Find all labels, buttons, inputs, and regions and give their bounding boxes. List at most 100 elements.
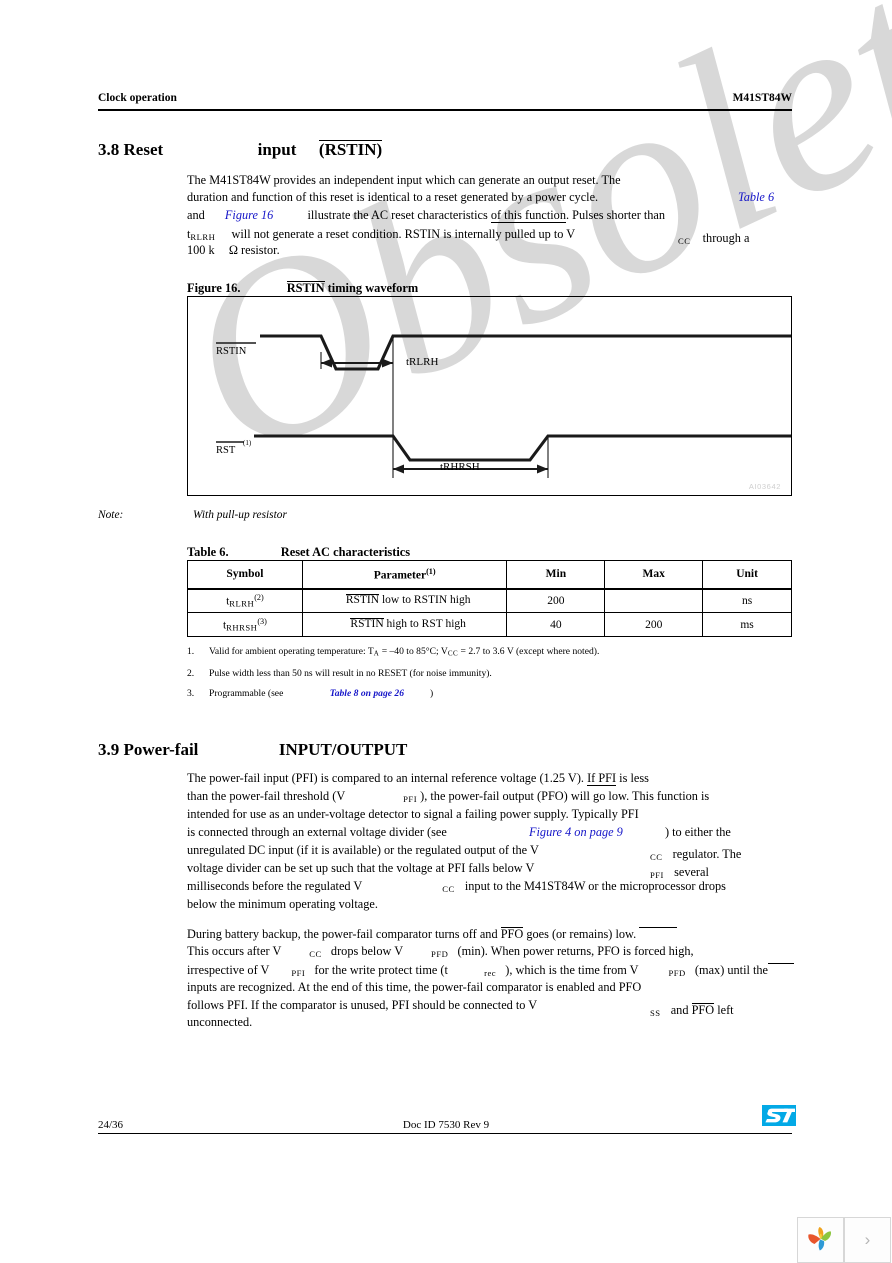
table-row: tRLRH(2) RSTIN low to RSTIN high 200 ns — [187, 588, 792, 613]
para-39-line-6-b: several — [674, 865, 709, 879]
section-3-8-title-b: input — [257, 140, 297, 159]
footer-doc-id: Doc ID 7530 Rev 9 — [402, 1119, 490, 1131]
para-38-line-5: 100 k Ω resistor. — [187, 244, 280, 256]
para-39-line-8: below the minimum operating voltage. — [187, 897, 378, 911]
table-6-footnote-2: 2. Pulse width less than 50 ns will resul… — [187, 668, 492, 679]
para-39-line-7-a: milliseconds before the regulated V — [187, 879, 363, 893]
cell-min-trlrh: 200 — [506, 588, 606, 613]
cell-max-trlrh — [604, 588, 704, 613]
figure-note-text: With pull-up resistor — [193, 509, 287, 521]
para-38-line-5-b: resistor. — [241, 243, 280, 257]
cell-symbol-trhrsh-sub: RHRSH — [226, 622, 258, 633]
para-39b-line-5-sub-ss: SS — [650, 1007, 661, 1018]
section-3-8-heading: 3.8 Reset input (RSTIN) — [98, 140, 383, 160]
datasheet-page: Obsolete P Clock operation M41ST84W 3.8 … — [0, 0, 892, 1263]
link-figure-4-page-9[interactable]: Figure 4 on page 9 — [529, 825, 623, 839]
header-divider — [98, 109, 792, 111]
figure-16-caption: Figure 16. RSTIN timing waveform — [187, 281, 418, 296]
para-39b-line-3-c: ), which is the time from V — [505, 963, 639, 977]
cell-parameter-trlrh-b: low to RSTIN — [379, 594, 448, 607]
rstin-timing-waveform-svg — [216, 334, 791, 478]
col-header-min: Min — [506, 560, 606, 590]
section-3-8-title-a: Reset — [123, 140, 164, 159]
footnote-3-number: 3. — [187, 688, 195, 699]
footnote-1-sub-cc: CC — [447, 649, 459, 658]
para-39b-line-2-sub-cc: CC — [309, 948, 322, 959]
cell-unit-trhrsh: ms — [702, 612, 792, 637]
col-header-max: Max — [604, 560, 704, 590]
col-header-symbol: Symbol — [187, 560, 303, 590]
viewer-brand-logo-button[interactable] — [797, 1217, 844, 1263]
st-logo — [762, 1104, 796, 1128]
para-39b-line-2-a: This occurs after V — [187, 944, 282, 958]
section-3-9-title-b: INPUT/OUTPUT — [278, 740, 408, 759]
col-header-max-text: Max — [642, 568, 665, 581]
para-38-line-3: and Figure 16 illustrate the AC reset ch… — [187, 209, 665, 223]
para-39b-pfo-overline: PFO — [500, 927, 524, 941]
waveform-label-rstin: RSTIN — [216, 346, 247, 357]
para-38-line-4-b: will not generate a reset condition. RST… — [231, 227, 576, 241]
cell-symbol-trhrsh: tRHRSH(3) — [187, 612, 303, 637]
para-39-line-5-sub: CC — [650, 851, 663, 862]
cell-symbol-trhrsh-sup: (3) — [257, 616, 267, 626]
footnote-2-a: Pulse width less than 50 ns will result … — [209, 668, 492, 679]
link-figure-16[interactable]: Figure 16 — [225, 208, 273, 222]
waveform-label-rst-footnote: (1) — [243, 439, 252, 447]
cell-min-trhrsh: 40 — [506, 612, 606, 637]
running-header-left: Clock operation — [98, 92, 177, 104]
para-38-line-5-a: 100 k — [187, 243, 215, 257]
viewer-nav-widget[interactable]: › — [797, 1217, 892, 1263]
para-39-line-4: is connected through an external voltage… — [187, 826, 731, 838]
para-39-line-5-a: unregulated DC input (if it is available… — [187, 843, 539, 857]
leaf-flower-logo-icon — [807, 1227, 831, 1251]
cell-parameter-trhrsh: RSTIN high to RST high — [301, 612, 508, 637]
col-header-min-text: Min — [545, 568, 567, 581]
para-39b-line-2-sub-pfd: PFD — [431, 948, 449, 959]
cell-symbol-trlrh: tRLRH(2) — [187, 588, 303, 613]
section-3-8-number: 3.8 — [98, 140, 120, 159]
running-header: Clock operation M41ST84W — [98, 92, 792, 104]
table-6-caption: Table 6. Reset AC characteristics — [187, 545, 410, 560]
col-header-symbol-text: Symbol — [226, 568, 264, 581]
para-39-line-5-b: regulator. The — [672, 847, 742, 861]
cell-parameter-trlrh-c: high — [447, 594, 471, 607]
para-39b-line-2-c: (min). When power returns, PFO is forced… — [457, 944, 694, 958]
col-header-parameter-sup: (1) — [426, 567, 436, 576]
para-38-line-4: tRLRH will not generate a reset conditio… — [187, 228, 575, 241]
para-39-line-1-a: The power-fail input (PFI) is compared t… — [187, 771, 588, 785]
figure-id-mark: AI03642 — [748, 482, 781, 491]
figure-16-title-rest: timing waveform — [327, 281, 419, 295]
link-table-6[interactable]: Table 6 — [738, 191, 774, 204]
link-table-8-page-26[interactable]: Table 8 on page 26 — [330, 688, 404, 699]
para-39b-line-3: irrespective of V PFI for the write prot… — [187, 963, 795, 978]
para-39b-line-3-sub-rec: rec — [484, 967, 497, 978]
section-3-9-number: 3.9 — [98, 740, 120, 759]
para-39-line-6: voltage divider can be set up such that … — [187, 862, 534, 874]
para-39-line-7-sub: CC — [442, 883, 455, 894]
section-3-9-heading: 3.9 Power-fail INPUT/OUTPUT — [98, 740, 407, 760]
footnote-3-a: Programmable (see — [209, 688, 286, 699]
cell-symbol-trlrh-sub: RLRH — [229, 598, 255, 609]
figure-note: Note: With pull-up resistor — [98, 509, 287, 521]
footnote-1-number: 1. — [187, 646, 195, 657]
table-reset-ac-characteristics: Symbol Parameter(1) Min Max Unit tRLRH(2… — [187, 560, 792, 637]
para-39b-line-1-a: During battery backup, the power-fail co… — [187, 927, 501, 941]
waveform-label-rst: RST — [216, 445, 236, 456]
figure-16-label: Figure 16. — [187, 281, 241, 295]
para-39b-line-3-sub-pfi: PFI — [291, 967, 306, 978]
cell-parameter-trhrsh-b: high to RST — [383, 618, 443, 631]
next-page-button[interactable]: › — [844, 1217, 891, 1263]
para-39-line-5-tail: CC regulator. The — [650, 848, 741, 861]
footer-divider — [98, 1133, 792, 1135]
table-row: tRHRSH(3) RSTIN high to RST high 40 200 … — [187, 612, 792, 637]
para-39-line-6-tail: PFI several — [650, 866, 709, 879]
para-39-line-5: unregulated DC input (if it is available… — [187, 844, 539, 856]
table-header-row: Symbol Parameter(1) Min Max Unit — [187, 560, 792, 590]
para-39b-line-3-d: (max) until the — [694, 963, 769, 977]
para-39b-line-3-b: for the write protect time (t — [314, 963, 448, 977]
col-header-parameter: Parameter(1) — [301, 560, 508, 590]
para-39b-line-5-c: left — [714, 1003, 734, 1017]
para-39b-line-3-a: irrespective of V — [187, 963, 270, 977]
para-38-t-sub: RLRH — [190, 231, 216, 242]
col-header-unit: Unit — [702, 560, 792, 590]
